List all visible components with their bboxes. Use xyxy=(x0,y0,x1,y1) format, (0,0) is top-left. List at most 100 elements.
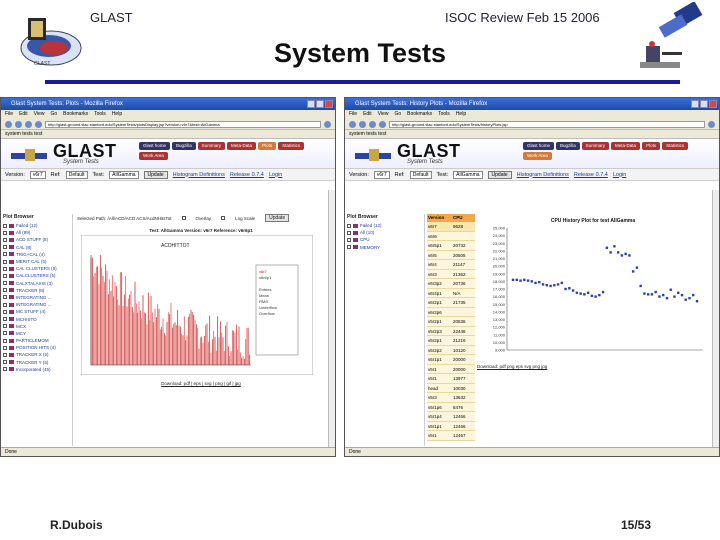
plot-browser-item[interactable]: MERIT CAL (5) xyxy=(3,258,70,265)
table-cell-version[interactable]: v5r2p2 xyxy=(427,346,453,355)
expand-toggle-icon[interactable] xyxy=(3,338,7,343)
menu-bookmarks[interactable]: Bookmarks xyxy=(63,111,88,117)
plot-browser-item[interactable]: All (99) xyxy=(3,229,70,236)
plot-browser-item[interactable]: Failed (12) xyxy=(3,222,70,229)
tab-statistics[interactable]: Statistics xyxy=(662,142,689,150)
back-icon[interactable] xyxy=(349,120,356,128)
go-icon[interactable] xyxy=(708,120,715,128)
log-scale-checkbox[interactable] xyxy=(221,216,226,220)
ref-select[interactable]: Default xyxy=(409,170,432,179)
table-cell-version[interactable]: v6r2p1 xyxy=(427,298,453,307)
histogram-definitions-link[interactable]: Histogram Definitions xyxy=(517,169,569,180)
release-link[interactable]: Release 0.7.4 xyxy=(230,169,264,180)
reload-icon[interactable] xyxy=(25,120,32,128)
menu-help[interactable]: Help xyxy=(456,111,466,117)
expand-toggle-icon[interactable] xyxy=(3,360,7,365)
maximize-button[interactable] xyxy=(700,100,708,108)
plot-browser-item[interactable]: TRACKER X (5) xyxy=(3,351,70,358)
plot-browser-item[interactable]: Incorporated (45) xyxy=(3,366,70,373)
menu-go[interactable]: Go xyxy=(50,111,57,117)
plot-browser-item[interactable]: TRIG+CAL (4) xyxy=(3,251,70,258)
table-cell-version[interactable]: v6r7 xyxy=(427,222,453,231)
login-link[interactable]: Login xyxy=(613,169,626,180)
home-icon[interactable] xyxy=(379,120,386,128)
menu-help[interactable]: Help xyxy=(112,111,122,117)
download-links[interactable]: Download: pdf png eps svg png jpg xyxy=(477,364,709,369)
table-cell-version[interactable]: v6r6 xyxy=(427,232,453,241)
table-cell-version[interactable]: v5r1p4 xyxy=(427,412,453,421)
expand-toggle-icon[interactable] xyxy=(3,309,7,314)
reload-icon[interactable] xyxy=(369,120,376,128)
tab-work-area[interactable]: Work Area xyxy=(523,152,552,160)
forward-icon[interactable] xyxy=(359,120,366,128)
close-button[interactable] xyxy=(709,100,717,108)
test-select[interactable]: AllGamma xyxy=(109,170,139,179)
expand-toggle-icon[interactable] xyxy=(3,302,7,307)
plot-browser-item[interactable]: MCY xyxy=(3,330,70,337)
maximize-button[interactable] xyxy=(316,100,324,108)
plot-browser-item[interactable]: INTEGRATING ... xyxy=(3,301,70,308)
back-icon[interactable] xyxy=(5,120,12,128)
plot-browser-item[interactable]: CAL CLUSTERS (8) xyxy=(3,265,70,272)
home-icon[interactable] xyxy=(35,120,42,128)
plot-browser-item[interactable]: CALXTALAXIS (3) xyxy=(3,280,70,287)
expand-toggle-icon[interactable] xyxy=(3,317,7,322)
menu-view[interactable]: View xyxy=(378,111,389,117)
overlay-checkbox[interactable] xyxy=(181,216,186,220)
update-button[interactable]: Update xyxy=(487,170,512,179)
plot-browser-item[interactable]: POSITION HITS (4) xyxy=(3,344,70,351)
table-cell-version[interactable]: v6r5 xyxy=(427,251,453,260)
table-cell-version[interactable]: v6r4p1 xyxy=(427,289,453,298)
address-bar[interactable]: http://glast-ground.slac.stanford.edu/Sy… xyxy=(45,120,321,128)
menu-tools[interactable]: Tools xyxy=(438,111,450,117)
expand-toggle-icon[interactable] xyxy=(3,352,7,357)
table-cell-version[interactable]: v5r1p1 xyxy=(427,355,453,364)
minimize-button[interactable] xyxy=(691,100,699,108)
vertical-scrollbar[interactable] xyxy=(328,190,335,447)
ref-select[interactable]: Default xyxy=(65,170,88,179)
expand-toggle-icon[interactable] xyxy=(3,273,7,278)
vertical-scrollbar[interactable] xyxy=(712,190,719,447)
menu-edit[interactable]: Edit xyxy=(19,111,28,117)
expand-toggle-icon[interactable] xyxy=(3,324,7,329)
table-cell-version[interactable]: v5r1 xyxy=(427,431,453,440)
expand-toggle-icon[interactable] xyxy=(3,223,7,228)
expand-toggle-icon[interactable] xyxy=(3,331,7,336)
tab-work-area[interactable]: Work Area xyxy=(139,152,168,160)
tab-summary[interactable]: Summary xyxy=(581,142,610,150)
bookmarks-bar[interactable]: system tests test xyxy=(1,130,335,139)
table-cell-version[interactable]: v6r3 xyxy=(427,270,453,279)
table-cell-version[interactable]: v6r5p1 xyxy=(427,241,453,250)
tab-bugzilla[interactable]: Bugzilla xyxy=(556,142,580,150)
plot-browser-item[interactable]: ACD STUFF (8) xyxy=(3,236,70,243)
menu-view[interactable]: View xyxy=(34,111,45,117)
table-cell-version[interactable]: v6r2p6 xyxy=(427,308,453,317)
plot-browser-item[interactable]: INTEGRATING ... xyxy=(3,294,70,301)
plot-browser-item[interactable]: CAL (8) xyxy=(3,244,70,251)
expand-toggle-icon[interactable] xyxy=(347,230,351,235)
plot-browser-item[interactable]: TRACKER (8) xyxy=(3,287,70,294)
expand-toggle-icon[interactable] xyxy=(3,237,7,242)
plot-browser-item[interactable]: MCX xyxy=(3,323,70,330)
version-select[interactable]: v6r7 xyxy=(373,170,390,179)
minimize-button[interactable] xyxy=(307,100,315,108)
forward-icon[interactable] xyxy=(15,120,22,128)
tab-glast-home[interactable]: Glast home xyxy=(139,142,171,150)
plot-browser-item[interactable]: CALCLUSTERS (5) xyxy=(3,272,70,279)
table-cell-version[interactable]: v5r2p1 xyxy=(427,336,453,345)
expand-toggle-icon[interactable] xyxy=(3,230,7,235)
tab-glast-home[interactable]: Glast home xyxy=(523,142,555,150)
plot-browser-item[interactable]: MC STUFF (4) xyxy=(3,308,70,315)
table-cell-version[interactable]: head xyxy=(427,384,453,393)
tab-summary[interactable]: Summary xyxy=(197,142,226,150)
menu-edit[interactable]: Edit xyxy=(363,111,372,117)
plot-browser-item[interactable]: TRACKER Y (5) xyxy=(3,359,70,366)
address-bar[interactable]: http://glast-ground.slac.stanford.edu/Sy… xyxy=(389,120,705,128)
tab-plots[interactable]: Plots xyxy=(258,142,277,150)
version-select[interactable]: v6r7 xyxy=(29,170,46,179)
expand-toggle-icon[interactable] xyxy=(347,223,351,228)
histogram-definitions-link[interactable]: Histogram Definitions xyxy=(173,169,225,180)
menu-file[interactable]: File xyxy=(349,111,357,117)
expand-toggle-icon[interactable] xyxy=(3,245,7,250)
table-cell-version[interactable]: v5r1 xyxy=(427,374,453,383)
